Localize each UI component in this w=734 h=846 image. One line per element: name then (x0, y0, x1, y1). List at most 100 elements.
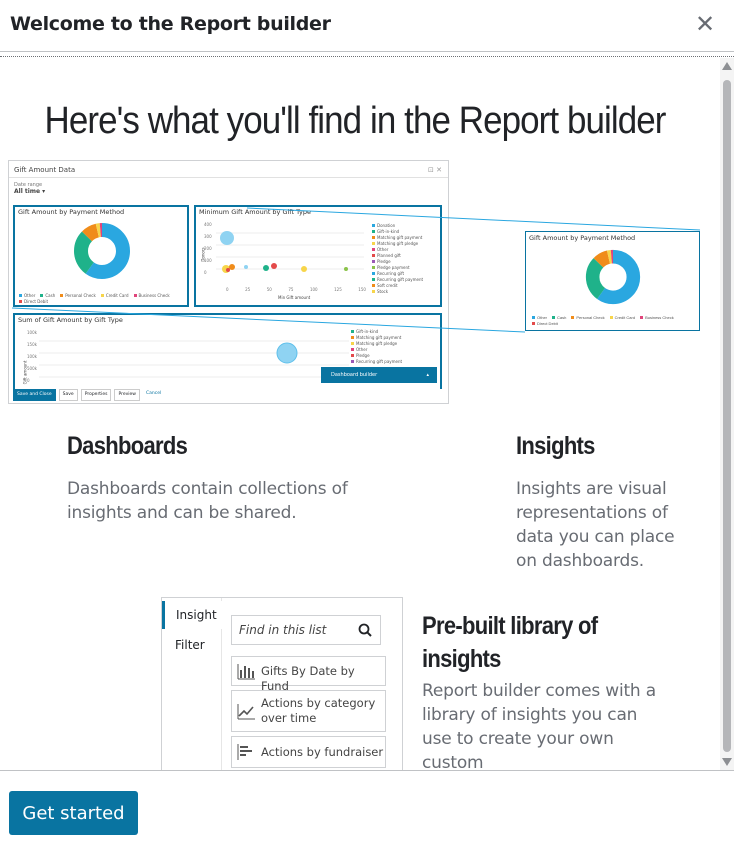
legend-swatch (571, 316, 575, 319)
tick-label: 400 (204, 222, 212, 227)
tick-label: 0 (204, 270, 207, 275)
dashboards-description: Dashboards contain collections of insigh… (67, 479, 348, 523)
scroll-down-arrow-icon[interactable] (722, 758, 732, 766)
legend-swatch (133, 294, 137, 297)
scatter-y-label: Donors (200, 247, 206, 262)
modal-header: Welcome to the Report builder ✕ (0, 0, 734, 52)
legend-swatch (351, 330, 354, 333)
legend-item: Business Check (133, 293, 170, 299)
legend-item: Recurring gift payment (351, 359, 441, 365)
legend-label: Other (356, 347, 368, 352)
tick-label: 25 (245, 287, 251, 292)
legend-label: Donation (377, 223, 396, 228)
legend-swatch (372, 290, 375, 293)
welcome-modal: Welcome to the Report builder ✕ Here's w… (0, 0, 734, 846)
sum-chart (39, 340, 349, 378)
legend-label: Planned gift (377, 253, 401, 258)
library-item: Actions by fundraiser (231, 736, 386, 768)
legend-label: Other (24, 293, 36, 298)
legend-swatch (40, 294, 44, 297)
legend-label: Stock (377, 289, 389, 294)
legend-item: Business Check (640, 315, 674, 321)
tab-insight: Insight (162, 601, 222, 629)
tick-label: 75 (288, 287, 294, 292)
tick-label: 300 (204, 234, 212, 239)
bar-chart-icon (237, 664, 255, 680)
legend-swatch (19, 300, 22, 303)
modal-footer: Get started (0, 770, 734, 846)
legend-swatch (532, 316, 535, 319)
legend-label: Credit Card (105, 293, 129, 298)
legend-label: Personal Check (576, 315, 605, 320)
preview-panel-sum-gift: Sum of Gift Amount by Gift Type 100k 150k… (13, 313, 442, 389)
search-icon (358, 623, 372, 637)
preview-panel-payment-method: Gift Amount by Payment Method Other Cash P… (13, 205, 189, 307)
insights-heading: Insights (516, 432, 595, 460)
sum-y-ticks: 100k 150k 100k 500k 0 (27, 327, 37, 387)
legend-swatch (372, 254, 375, 257)
legend-item: Credit Card (609, 315, 636, 321)
legend-item: Credit Card (100, 293, 129, 299)
scrollbar-thumb[interactable] (723, 80, 731, 752)
library-item: Actions by category over time (231, 690, 386, 732)
legend-swatch (19, 294, 22, 297)
library-item-label: Actions by fundraiser (261, 745, 384, 759)
library-search-input: Find in this list (231, 615, 381, 645)
tick-label: 0 (226, 287, 229, 292)
legend-label: Matching gift pledge (356, 341, 398, 346)
preview-date-value: All time ▾ (14, 188, 46, 195)
scatter-x-ticks: 0 25 50 75 100 125 150 (226, 287, 366, 292)
tick-label: 100k (27, 330, 37, 335)
legend-swatch (351, 354, 354, 357)
search-placeholder: Find in this list (239, 623, 327, 637)
tab-filter: Filter (175, 638, 205, 652)
modal-title: Welcome to the Report builder (10, 13, 331, 35)
legend-swatch (351, 342, 354, 345)
get-started-button[interactable]: Get started (9, 791, 138, 835)
line-chart-icon (237, 704, 255, 720)
donut-chart (74, 223, 130, 279)
legend-swatch (640, 316, 644, 319)
legend-swatch (372, 248, 375, 251)
floating-donut-chart (585, 249, 641, 305)
preview-divider (9, 177, 448, 178)
legend-label: Credit Card (614, 315, 636, 320)
preview-window-controls: ⊡ ✕ (428, 166, 442, 174)
insight-library-preview: Insight Filter Find in this list Gifts B… (161, 597, 403, 770)
library-description: Report builder comes with a library of i… (422, 681, 656, 770)
donut-legend: Other Cash Personal Check Credit Card Busine… (19, 293, 187, 305)
legend-swatch (100, 294, 104, 297)
scroll-up-arrow-icon[interactable] (722, 62, 732, 70)
tick-label: 125 (334, 287, 342, 292)
legend-swatch (372, 284, 375, 287)
legend-item: Stock (372, 289, 442, 295)
close-icon[interactable]: ✕ (694, 12, 716, 36)
panel-title: Gift Amount by Payment Method (18, 208, 125, 216)
preview-cancel-link: Cancel (145, 391, 162, 396)
page-headline: Here's what you'll find in the Report bu… (44, 100, 666, 142)
legend-label: Gift-in-kind (377, 229, 400, 234)
legend-swatch (532, 322, 535, 325)
dashboards-heading: Dashboards (67, 432, 188, 460)
legend-item: Personal Check (571, 315, 605, 321)
preview-save-button: Save (58, 389, 78, 401)
legend-swatch (60, 294, 64, 297)
tick-label: 150 (358, 287, 366, 292)
legend-label: Matching gift payment (356, 335, 402, 340)
sum-legend: Gift-in-kind Matching gift payment Matchin… (351, 329, 441, 365)
legend-swatch (372, 224, 375, 227)
legend-label: Business Check (138, 293, 170, 298)
legend-item: Direct Debit (19, 299, 48, 305)
library-tabs: Insight Filter (162, 598, 222, 770)
legend-label: Soft credit (377, 283, 398, 288)
legend-label: Personal Check (65, 293, 96, 298)
modal-body: Here's what you'll find in the Report bu… (0, 58, 720, 770)
legend-label: Gift-in-kind (356, 329, 379, 334)
legend-label: Pledge payment (377, 265, 410, 270)
tick-label: 150k (27, 342, 37, 347)
scrollbar[interactable] (720, 58, 734, 770)
sum-y-label: Gift amount (22, 360, 28, 385)
legend-label: Cash (557, 315, 567, 320)
library-heading: Pre-built library of insights (422, 612, 598, 673)
tick-label: 0 (27, 378, 30, 383)
